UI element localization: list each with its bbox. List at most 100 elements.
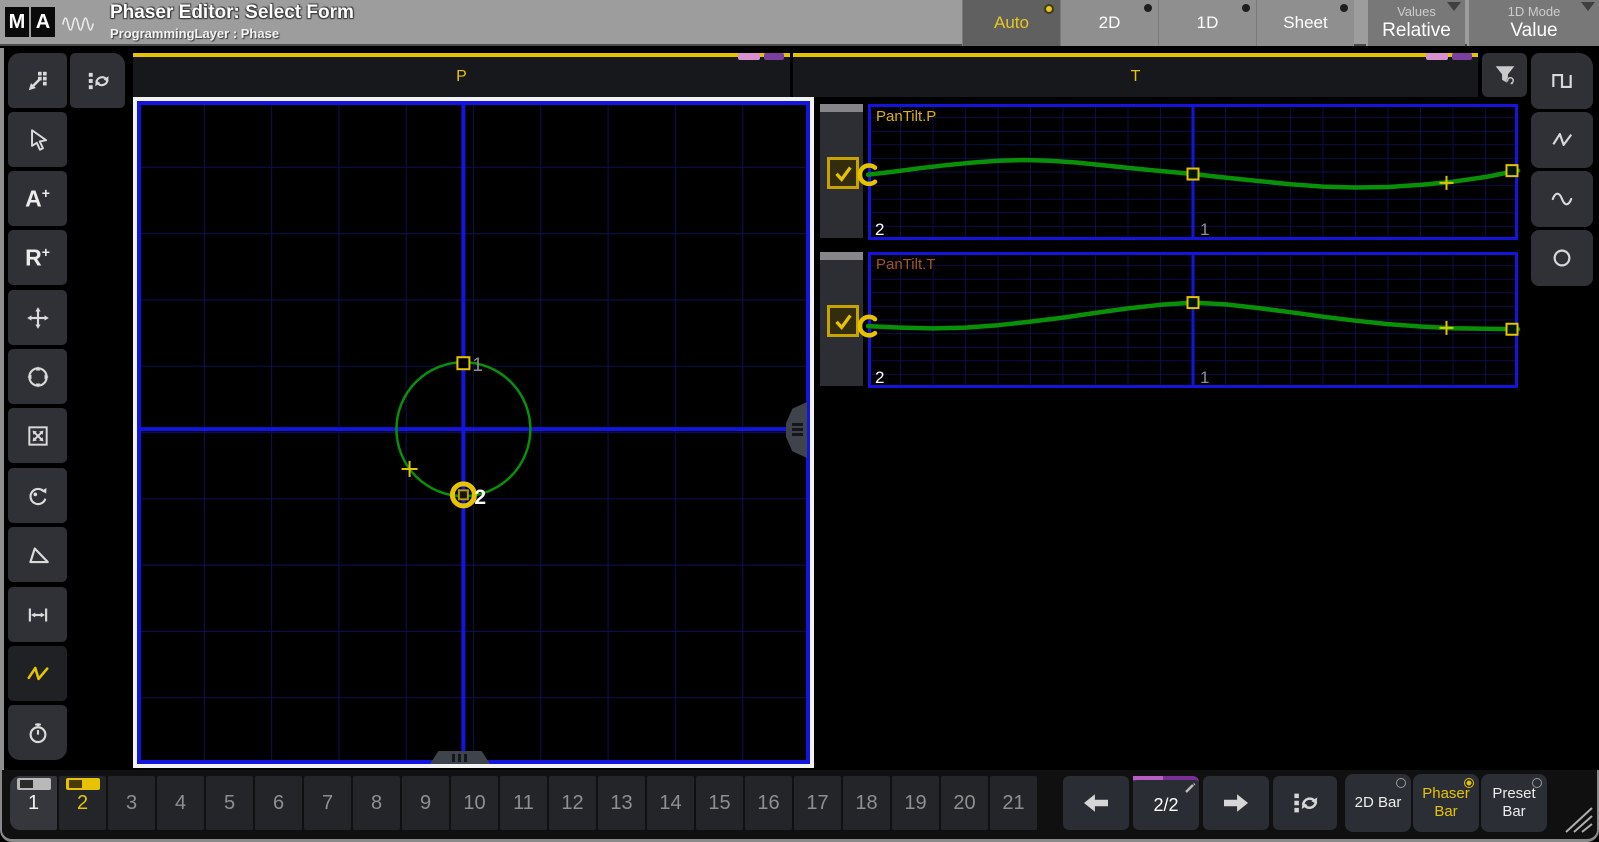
view-button-sheet[interactable]: Sheet xyxy=(1256,0,1354,46)
tool-add-button[interactable]: A+ xyxy=(8,171,67,226)
pan-phase-graph-canvas[interactable]: PanTilt.P21 xyxy=(868,104,1518,240)
circle-form-icon xyxy=(1548,245,1576,271)
pan-graph-enable-panel xyxy=(820,104,863,238)
scale-icon xyxy=(25,423,51,449)
move-circle-icon xyxy=(25,364,51,390)
phaser-2d-canvas[interactable]: 12 xyxy=(137,101,810,764)
step-button-9[interactable]: 9 xyxy=(402,776,449,830)
step-button-15[interactable]: 15 xyxy=(696,776,743,830)
point-label: 2 xyxy=(474,486,486,509)
tool-phase-button[interactable] xyxy=(8,646,67,701)
view-button-1d[interactable]: 1D xyxy=(1158,0,1256,46)
2d-bar-button[interactable]: 2D Bar xyxy=(1345,774,1411,832)
view-button-auto[interactable]: Auto xyxy=(962,0,1060,46)
step-button-11[interactable]: 11 xyxy=(500,776,547,830)
title-bar: M A Phaser Editor: Select Form Programmi… xyxy=(0,0,1599,46)
square-wave-icon xyxy=(1548,68,1576,94)
tilt-phase-graph[interactable]: PanTilt.T21 xyxy=(868,252,1518,388)
step-button-label: 21 xyxy=(1002,792,1024,815)
step-button-21[interactable]: 21 xyxy=(990,776,1037,830)
preset-bar-button[interactable]: Preset Bar xyxy=(1481,774,1547,832)
pan-column-header[interactable]: P xyxy=(133,53,790,97)
step-button-19[interactable]: 19 xyxy=(892,776,939,830)
page-indicator-button[interactable]: 2/2 xyxy=(1133,776,1199,830)
step-button-18[interactable]: 18 xyxy=(843,776,890,830)
tool-move-button[interactable] xyxy=(8,290,67,345)
step-button-3[interactable]: 3 xyxy=(108,776,155,830)
tool-remove-button[interactable]: R+ xyxy=(8,230,67,285)
rotate-icon xyxy=(25,483,51,509)
tool-width-button[interactable] xyxy=(8,587,67,642)
step-button-4[interactable]: 4 xyxy=(157,776,204,830)
2d-bar-label: 2D Bar xyxy=(1355,794,1402,812)
step-button-10[interactable]: 10 xyxy=(451,776,498,830)
pencil-icon xyxy=(1184,782,1196,794)
form-sine-button[interactable] xyxy=(1531,171,1593,227)
step-button-8[interactable]: 8 xyxy=(353,776,400,830)
tilt-phase-graph-canvas[interactable]: PanTilt.T21 xyxy=(868,252,1518,388)
values-dropdown[interactable]: Values Relative xyxy=(1366,0,1465,46)
panel-grip[interactable] xyxy=(820,252,863,260)
filter-button[interactable] xyxy=(1482,53,1527,97)
splitter-handle-bottom[interactable] xyxy=(430,751,490,764)
values-dropdown-value: Relative xyxy=(1368,20,1465,42)
view-button-2d[interactable]: 2D xyxy=(1060,0,1158,46)
step-button-12[interactable]: 12 xyxy=(549,776,596,830)
pan-phase-graph[interactable]: PanTilt.P21 xyxy=(868,104,1518,240)
resize-grip-icon[interactable] xyxy=(1558,800,1594,834)
cycle-label: 2 xyxy=(875,368,884,387)
tool-grid-move-button[interactable] xyxy=(8,53,67,108)
step-button-17[interactable]: 17 xyxy=(794,776,841,830)
view-button-1d-label: 1D xyxy=(1197,13,1219,33)
tool-speed-button[interactable] xyxy=(8,705,67,760)
step-button-label: 15 xyxy=(708,792,730,815)
step-sync-button[interactable] xyxy=(1273,776,1337,830)
window-title: Phaser Editor: Select Form xyxy=(110,2,354,24)
form-circle-button[interactable] xyxy=(1531,230,1593,286)
next-page-button[interactable] xyxy=(1203,776,1269,830)
pan-graph-checkbox[interactable] xyxy=(827,157,859,189)
tool-select-button[interactable] xyxy=(8,112,67,167)
step-button-16[interactable]: 16 xyxy=(745,776,792,830)
view-button-sheet-label: Sheet xyxy=(1283,13,1327,33)
move-arrows-icon xyxy=(25,305,51,331)
cycle-label: 1 xyxy=(1200,220,1209,239)
step-button-2[interactable]: 2 xyxy=(59,776,106,830)
step-button-label: 12 xyxy=(561,792,583,815)
step-button-label: 13 xyxy=(610,792,632,815)
step-button-1[interactable]: 1 xyxy=(10,776,57,830)
tool-sync-button[interactable] xyxy=(70,53,125,108)
grid-move-icon xyxy=(25,68,51,94)
tilt-column-header-label: T xyxy=(1131,68,1141,86)
auto-radio-indicator xyxy=(1044,4,1054,14)
step-button-7[interactable]: 7 xyxy=(304,776,351,830)
1d-mode-dropdown-value: Value xyxy=(1469,20,1599,42)
1d-mode-dropdown[interactable]: 1D Mode Value xyxy=(1467,0,1599,46)
phaser-2d-plot[interactable]: 12 xyxy=(133,97,814,768)
step-button-label: 5 xyxy=(224,792,235,815)
step-button-label: 2 xyxy=(77,792,88,815)
prev-page-button[interactable] xyxy=(1063,776,1129,830)
phaser-bar-button[interactable]: Phaser Bar xyxy=(1413,774,1479,832)
tool-angle-button[interactable] xyxy=(8,527,67,582)
form-ramp-button[interactable] xyxy=(1531,112,1593,168)
tool-scale-button[interactable] xyxy=(8,408,67,463)
page-indicator-label: 2/2 xyxy=(1153,795,1178,816)
tool-rotate-button[interactable] xyxy=(8,468,67,523)
step-button-14[interactable]: 14 xyxy=(647,776,694,830)
step-button-13[interactable]: 13 xyxy=(598,776,645,830)
step-bar: 123456789101112131415161718192021 2/2 2D… xyxy=(0,770,1599,842)
step-button-label: 4 xyxy=(175,792,186,815)
tool-move-circle-button[interactable] xyxy=(8,349,67,404)
step-button-20[interactable]: 20 xyxy=(941,776,988,830)
graph-title: PanTilt.P xyxy=(876,108,936,125)
pan-column-header-label: P xyxy=(456,68,467,86)
step-button-label: 17 xyxy=(806,792,828,815)
step-button-6[interactable]: 6 xyxy=(255,776,302,830)
tilt-graph-checkbox[interactable] xyxy=(827,305,859,337)
tilt-column-header[interactable]: T xyxy=(793,53,1478,97)
chevron-down-icon xyxy=(1581,2,1595,11)
form-square-wave-button[interactable] xyxy=(1531,53,1593,109)
step-button-5[interactable]: 5 xyxy=(206,776,253,830)
panel-grip[interactable] xyxy=(820,104,863,112)
